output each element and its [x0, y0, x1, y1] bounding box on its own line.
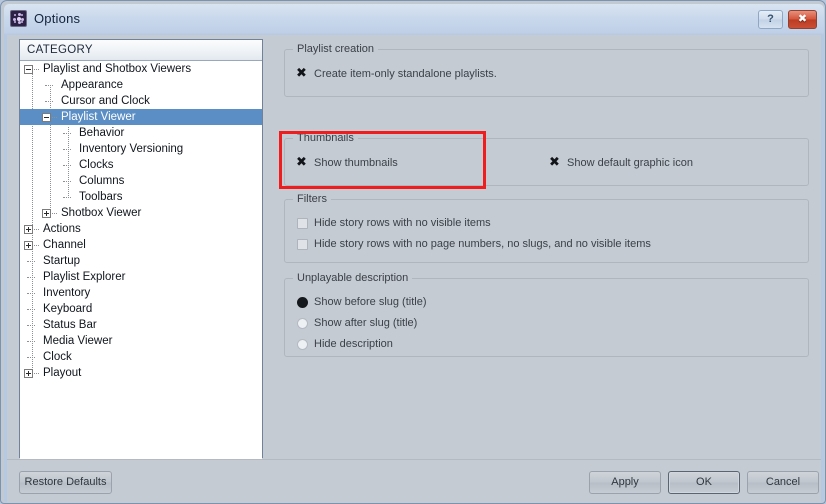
sidebar-item-actions[interactable]: Actions: [20, 221, 262, 237]
group-title-playlist-creation: Playlist creation: [293, 43, 379, 55]
checkbox-x-icon: [296, 66, 308, 80]
tree-stub-line: [63, 133, 71, 134]
tree-stub-line: [52, 117, 57, 118]
tree-stub-line: [45, 101, 53, 102]
tree-stub-line: [27, 277, 35, 278]
tree-stub-line: [34, 245, 39, 246]
sidebar-item-playlist-viewer[interactable]: Playlist Viewer: [20, 109, 262, 125]
tree-stub-line: [45, 85, 53, 86]
sidebar-item-shotbox-viewer[interactable]: Shotbox Viewer: [20, 205, 262, 221]
sidebar-item-startup[interactable]: Startup: [20, 253, 262, 269]
group-title-unplayable-description: Unplayable description: [293, 272, 413, 284]
sidebar-item-appearance[interactable]: Appearance: [20, 77, 262, 93]
tree-stub-line: [52, 213, 57, 214]
checkbox-x-icon: [549, 155, 561, 169]
expand-plus-icon[interactable]: [24, 369, 33, 378]
sidebar-item-label: Inventory: [43, 287, 91, 299]
tree-stub-line: [34, 229, 39, 230]
sidebar-item-channel[interactable]: Channel: [20, 237, 262, 253]
sidebar-item-label: Columns: [79, 175, 125, 187]
collapse-minus-icon[interactable]: [42, 113, 51, 122]
window-frame: Options ? ✖ CATEGORY Playlist and Shotbo…: [4, 4, 824, 503]
group-filters: Filters Hide story rows with no visible …: [284, 193, 809, 263]
category-header: CATEGORY: [20, 40, 262, 61]
help-icon[interactable]: ?: [758, 10, 783, 29]
group-title-filters: Filters: [293, 193, 331, 205]
sidebar-item-label: Appearance: [61, 79, 124, 91]
dialog-footer: Restore Defaults Apply OK Cancel: [7, 459, 821, 503]
tree-stub-line: [27, 293, 35, 294]
radio-selected-icon: [297, 297, 308, 308]
cancel-button[interactable]: Cancel: [747, 471, 819, 494]
tree-stub-line: [63, 181, 71, 182]
title-bar: Options ? ✖: [4, 4, 824, 35]
collapse-minus-icon[interactable]: [24, 65, 33, 74]
sidebar-item-label: Channel: [43, 239, 86, 251]
radio-empty-icon: [297, 318, 308, 329]
close-icon[interactable]: ✖: [788, 10, 817, 29]
sidebar-item-cursor-and-clock[interactable]: Cursor and Clock: [20, 93, 262, 109]
group-title-thumbnails: Thumbnails: [293, 132, 358, 144]
sidebar-item-inventory-versioning[interactable]: Inventory Versioning: [20, 141, 262, 157]
category-tree[interactable]: Playlist and Shotbox Viewers Appearance Cu…: [20, 61, 262, 459]
sidebar-item-playout[interactable]: Playout: [20, 365, 262, 381]
restore-defaults-button[interactable]: Restore Defaults: [19, 471, 112, 494]
window-title: Options: [34, 11, 81, 26]
sidebar-item-columns[interactable]: Columns: [20, 173, 262, 189]
sidebar-item-label: Media Viewer: [43, 335, 113, 347]
sidebar-item-label: Keyboard: [43, 303, 93, 315]
expand-plus-icon[interactable]: [24, 241, 33, 250]
tree-stub-line: [63, 149, 71, 150]
sidebar-item-label: Toolbars: [79, 191, 123, 203]
sidebar-item-clock[interactable]: Clock: [20, 349, 262, 365]
sidebar-item-label: Playlist Explorer: [43, 271, 126, 283]
sidebar-item-clocks[interactable]: Clocks: [20, 157, 262, 173]
sidebar-item-media-viewer[interactable]: Media Viewer: [20, 333, 262, 349]
expand-plus-icon[interactable]: [24, 225, 33, 234]
sidebar-item-label: Behavior: [79, 127, 125, 139]
options-app-icon: [10, 10, 27, 27]
sidebar-item-status-bar[interactable]: Status Bar: [20, 317, 262, 333]
ok-button[interactable]: OK: [668, 471, 740, 494]
tree-stub-line: [27, 341, 35, 342]
sidebar-item-toolbars[interactable]: Toolbars: [20, 189, 262, 205]
tree-stub-line: [27, 325, 35, 326]
dialog-content: CATEGORY Playlist and Shotbox Viewers App…: [7, 35, 821, 459]
sidebar-item-label: Playlist and Shotbox Viewers: [43, 63, 192, 75]
group-unplayable-description: Unplayable description Show before slug …: [284, 272, 809, 357]
checkbox-box-icon: [297, 218, 308, 229]
sidebar-item-keyboard[interactable]: Keyboard: [20, 301, 262, 317]
checkbox-box-icon: [297, 239, 308, 250]
sidebar-item-label: Startup: [43, 255, 81, 267]
sidebar-item-label: Status Bar: [43, 319, 97, 331]
tree-stub-line: [27, 357, 35, 358]
group-thumbnails: Thumbnails Show thumbnails Show default …: [284, 132, 809, 186]
sidebar-item-label: Shotbox Viewer: [61, 207, 142, 219]
expand-plus-icon[interactable]: [42, 209, 51, 218]
radio-empty-icon: [297, 339, 308, 350]
sidebar-item-playlist-and-shotbox-viewers[interactable]: Playlist and Shotbox Viewers: [20, 61, 262, 77]
sidebar-item-label: Cursor and Clock: [61, 95, 150, 107]
category-tree-panel: CATEGORY Playlist and Shotbox Viewers App…: [19, 39, 263, 459]
options-dialog-window: Options ? ✖ CATEGORY Playlist and Shotbo…: [0, 0, 826, 504]
sidebar-item-inventory[interactable]: Inventory: [20, 285, 262, 301]
tree-stub-line: [27, 261, 35, 262]
tree-stub-line: [34, 373, 39, 374]
sidebar-item-label: Clocks: [79, 159, 114, 171]
tree-stub-line: [63, 197, 71, 198]
sidebar-item-label: Playout: [43, 367, 82, 379]
tree-stub-line: [27, 309, 35, 310]
sidebar-item-label: Inventory Versioning: [79, 143, 184, 155]
group-playlist-creation: Playlist creation Create item-only stand…: [284, 43, 809, 97]
checkbox-x-icon: [296, 155, 308, 169]
tree-stub-line: [63, 165, 71, 166]
sidebar-item-label: Actions: [43, 223, 81, 235]
sidebar-item-label: Clock: [43, 351, 72, 363]
apply-button[interactable]: Apply: [589, 471, 661, 494]
tree-stub-line: [34, 69, 39, 70]
sidebar-item-behavior[interactable]: Behavior: [20, 125, 262, 141]
sidebar-item-label: Playlist Viewer: [61, 111, 136, 123]
sidebar-item-playlist-explorer[interactable]: Playlist Explorer: [20, 269, 262, 285]
